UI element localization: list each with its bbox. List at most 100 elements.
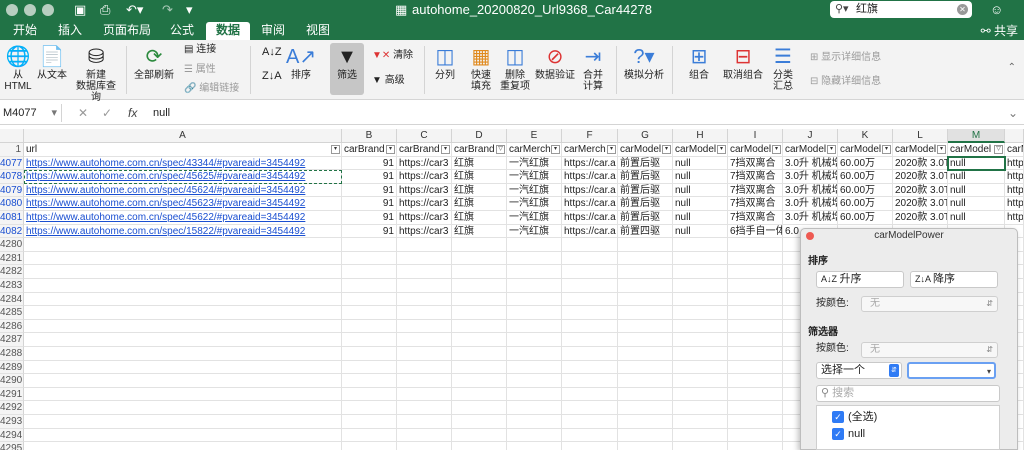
empty-cell[interactable] [618, 265, 673, 279]
text-to-columns-button[interactable]: ◫ 分列 [430, 46, 460, 81]
empty-cell[interactable] [452, 374, 507, 388]
clear-search-icon[interactable]: ✕ [957, 4, 968, 15]
empty-cell[interactable] [342, 442, 397, 450]
table-cell[interactable]: 91 [342, 224, 397, 239]
empty-cell[interactable] [728, 279, 783, 293]
empty-cell[interactable] [562, 428, 618, 443]
empty-cell[interactable] [507, 401, 562, 415]
table-cell[interactable]: 91 [342, 211, 397, 225]
search-input[interactable]: ⚲▾ 红旗 ✕ [830, 1, 972, 18]
from-html-button[interactable]: 🌐 从 HTML [4, 46, 32, 92]
zoom-window-button[interactable] [42, 4, 54, 16]
save-icon[interactable]: ▣ [74, 2, 86, 18]
column-header[interactable]: B [342, 129, 397, 143]
empty-cell[interactable] [562, 387, 618, 402]
row-header[interactable]: 4294 [0, 428, 24, 443]
row-header[interactable]: 4280 [0, 238, 24, 252]
table-cell[interactable]: 2020款 3.0T [893, 156, 948, 171]
empty-cell[interactable] [397, 360, 452, 375]
empty-cell[interactable] [452, 401, 507, 415]
sort-color-select[interactable]: 无 ⇵ [861, 296, 998, 312]
empty-cell[interactable] [728, 360, 783, 375]
empty-cell[interactable] [618, 442, 673, 450]
empty-cell[interactable] [562, 238, 618, 252]
empty-cell[interactable] [397, 401, 452, 415]
table-cell[interactable]: 一汽红旗 [507, 183, 562, 198]
column-header[interactable]: M [948, 129, 1005, 143]
row-header[interactable]: 4286 [0, 319, 24, 334]
empty-cell[interactable] [342, 374, 397, 388]
empty-cell[interactable] [342, 347, 397, 361]
table-cell[interactable]: 前置后驱 [618, 170, 673, 184]
column-header[interactable]: C [397, 129, 452, 143]
table-cell[interactable]: https://car3 [397, 170, 452, 184]
table-cell[interactable]: 3.0升 机械增 [783, 183, 838, 198]
table-cell[interactable]: 一汽红旗 [507, 224, 562, 239]
empty-cell[interactable] [618, 387, 673, 402]
table-cell[interactable]: https://car.a [562, 170, 618, 184]
filter-dropdown-icon[interactable]: ▾ [717, 145, 726, 154]
empty-cell[interactable] [673, 415, 728, 429]
empty-cell[interactable] [24, 415, 342, 429]
empty-cell[interactable] [452, 279, 507, 293]
table-cell[interactable]: 2020款 3.0T [893, 183, 948, 198]
empty-cell[interactable] [452, 428, 507, 443]
table-cell[interactable]: https://car.a [562, 183, 618, 198]
table-cell[interactable]: https://www.autohome.com.cn/spec/43344/#… [24, 156, 342, 171]
empty-cell[interactable] [507, 387, 562, 402]
empty-cell[interactable] [342, 360, 397, 375]
header-cell[interactable]: carModel ▽ [948, 143, 1005, 157]
table-cell[interactable]: null [948, 183, 1005, 198]
table-cell[interactable]: 91 [342, 197, 397, 211]
row-header[interactable]: 4292 [0, 401, 24, 415]
header-cell[interactable]: carBrand ▾ [342, 143, 397, 157]
empty-cell[interactable] [507, 306, 562, 320]
empty-cell[interactable] [728, 265, 783, 279]
header-cell[interactable]: carM [1005, 143, 1024, 157]
header-cell[interactable]: carModel ▾ [838, 143, 893, 157]
empty-cell[interactable] [673, 238, 728, 252]
table-cell[interactable]: https://car3 [397, 197, 452, 211]
filter-dropdown-icon[interactable]: ▽ [496, 145, 505, 154]
cancel-icon[interactable]: ✕ [78, 104, 88, 122]
select-all-checkbox[interactable]: ✓ [832, 411, 844, 423]
empty-cell[interactable] [728, 292, 783, 307]
table-cell[interactable]: null [948, 170, 1005, 184]
table-cell[interactable]: 7挡双离合 [728, 197, 783, 211]
row-header[interactable]: 4288 [0, 347, 24, 361]
row-header[interactable]: 4282 [0, 265, 24, 279]
empty-cell[interactable] [507, 333, 562, 347]
empty-cell[interactable] [507, 238, 562, 252]
empty-cell[interactable] [452, 292, 507, 307]
empty-cell[interactable] [618, 428, 673, 443]
table-cell[interactable]: null [673, 156, 728, 171]
empty-cell[interactable] [507, 347, 562, 361]
tab-view[interactable]: 视图 [306, 22, 330, 40]
empty-cell[interactable] [24, 360, 342, 375]
redo-icon[interactable]: ↷ [162, 2, 173, 18]
table-cell[interactable]: https://car.a [562, 156, 618, 171]
header-cell[interactable]: carModel ▾ [893, 143, 948, 157]
empty-cell[interactable] [673, 387, 728, 402]
header-cell[interactable]: carMerch ▾ [507, 143, 562, 157]
empty-cell[interactable] [618, 401, 673, 415]
table-cell[interactable]: 3.0升 机械增 [783, 170, 838, 184]
table-cell[interactable]: 前置后驱 [618, 197, 673, 211]
empty-cell[interactable] [24, 265, 342, 279]
minimize-window-button[interactable] [24, 4, 36, 16]
empty-cell[interactable] [673, 428, 728, 443]
empty-cell[interactable] [728, 374, 783, 388]
header-cell[interactable]: carModel ▾ [728, 143, 783, 157]
new-database-query-button[interactable]: ⛁ 新建 数据库查询 [72, 46, 120, 103]
row-header[interactable]: 4289 [0, 360, 24, 375]
what-if-analysis-button[interactable]: ?▾ 模拟分析 [624, 46, 664, 81]
empty-cell[interactable] [397, 279, 452, 293]
function-icon[interactable]: fx [128, 104, 137, 122]
empty-cell[interactable] [618, 251, 673, 266]
table-cell[interactable]: 2020款 3.0T [893, 170, 948, 184]
empty-cell[interactable] [24, 387, 342, 402]
consolidate-button[interactable]: ⇥ 合并 计算 [578, 46, 608, 92]
table-cell[interactable]: 红旗 [452, 183, 507, 198]
name-box-dropdown-icon[interactable]: ▾ [51, 104, 57, 122]
empty-cell[interactable] [728, 442, 783, 450]
